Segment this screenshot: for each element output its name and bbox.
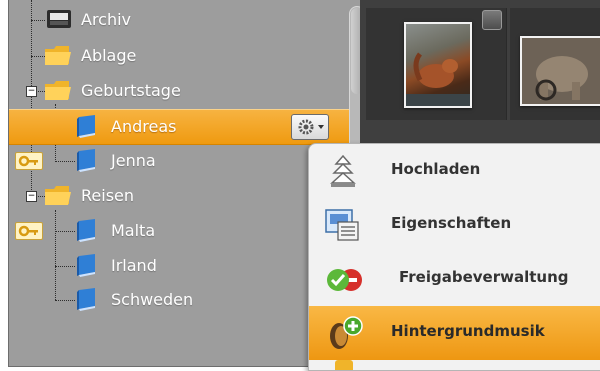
context-menu: Hochladen Eigenschaften Freigabeverwaltu… xyxy=(308,143,600,371)
collapse-toggle[interactable]: − xyxy=(26,191,37,202)
tree-item-ablage[interactable]: Ablage xyxy=(9,39,349,73)
key-icon xyxy=(15,222,43,240)
share-management-icon xyxy=(323,260,363,298)
properties-icon xyxy=(323,206,363,244)
tree-item-label: Geburtstage xyxy=(81,81,181,100)
tree-item-jenna[interactable]: Jenna xyxy=(9,144,349,178)
tree-item-label: Ablage xyxy=(81,46,137,65)
book-icon xyxy=(73,252,101,278)
book-icon xyxy=(73,217,101,243)
tree-item-malta[interactable]: Malta xyxy=(9,214,349,248)
tree-item-andreas[interactable]: Andreas xyxy=(9,109,349,145)
item-options-button[interactable] xyxy=(291,114,329,140)
folder-icon xyxy=(43,182,71,208)
photo-thumbnail[interactable] xyxy=(520,36,600,106)
tree-item-label: Jenna xyxy=(111,151,156,170)
book-icon xyxy=(73,286,101,312)
tree-item-label: Archiv xyxy=(81,10,132,29)
menu-item-label: Hintergrundmusik xyxy=(391,322,545,340)
photo-cell[interactable] xyxy=(510,8,600,120)
tree-item-reisen[interactable]: − Reisen xyxy=(9,179,349,213)
tree-item-label: Andreas xyxy=(111,117,177,136)
upload-tower-icon xyxy=(323,152,363,190)
book-icon xyxy=(73,147,101,173)
tree-item-schweden[interactable]: Schweden xyxy=(9,283,349,317)
tree-item-label: Schweden xyxy=(111,290,194,309)
menu-item-label: Freigabeverwaltung xyxy=(399,268,569,286)
photo-select-checkbox[interactable] xyxy=(482,10,502,30)
menu-item-freigabeverwaltung[interactable]: Freigabeverwaltung xyxy=(309,252,600,306)
archive-icon xyxy=(45,6,73,32)
menu-item-hochladen[interactable]: Hochladen xyxy=(309,144,600,198)
folder-icon xyxy=(43,77,71,103)
menu-item-hintergrundmusik[interactable]: Hintergrundmusik xyxy=(309,306,600,360)
menu-item-label: Eigenschaften xyxy=(391,214,512,232)
photo-cell[interactable] xyxy=(366,8,507,120)
gear-icon xyxy=(298,119,324,135)
tree-item-archiv[interactable]: Archiv xyxy=(9,3,349,37)
folder-icon xyxy=(43,42,71,68)
tree-item-geburtstage[interactable]: − Geburtstage xyxy=(9,74,349,108)
key-icon xyxy=(15,152,43,170)
tree-item-label: Irland xyxy=(111,256,157,275)
collapse-toggle[interactable]: − xyxy=(26,86,37,97)
background-music-icon xyxy=(323,314,363,352)
menu-item-label: Hochladen xyxy=(391,160,481,178)
book-icon xyxy=(73,113,101,139)
menu-item-eigenschaften[interactable]: Eigenschaften xyxy=(309,198,600,252)
tree-item-label: Reisen xyxy=(81,186,135,205)
tree-item-irland[interactable]: Irland xyxy=(9,249,349,283)
photo-thumbnail[interactable] xyxy=(404,22,472,108)
tree-item-label: Malta xyxy=(111,221,156,240)
